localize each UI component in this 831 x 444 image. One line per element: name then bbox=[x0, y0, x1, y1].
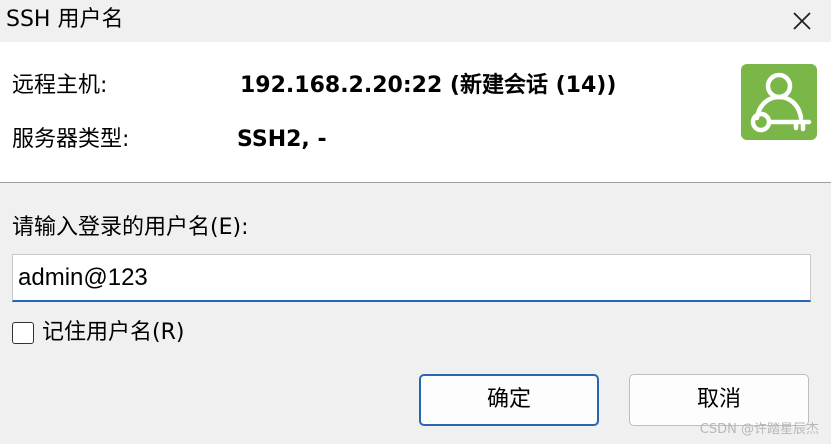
watermark-text: CSDN @许踏星辰杰 bbox=[699, 422, 819, 437]
remote-host-label: 远程主机: bbox=[12, 73, 108, 98]
ok-button[interactable]: 确定 bbox=[419, 374, 599, 426]
user-key-badge bbox=[741, 64, 817, 140]
server-type-value: SSH2, - bbox=[237, 127, 327, 152]
checkbox-box[interactable] bbox=[12, 322, 34, 344]
close-icon bbox=[793, 12, 811, 30]
window-title: SSH 用户名 bbox=[6, 7, 124, 32]
remember-username-checkbox[interactable]: 记住用户名(R) bbox=[12, 318, 184, 348]
server-type-label: 服务器类型: bbox=[12, 127, 130, 152]
close-button[interactable] bbox=[773, 0, 831, 42]
session-info-panel: 远程主机: 192.168.2.20:22 (新建会话 (14)) 服务器类型:… bbox=[0, 42, 831, 183]
cancel-button[interactable]: 取消 bbox=[629, 374, 809, 426]
user-key-icon bbox=[750, 72, 812, 133]
remember-username-label: 记住用户名(R) bbox=[42, 320, 185, 345]
remote-host-value: 192.168.2.20:22 (新建会话 (14)) bbox=[240, 73, 617, 98]
title-bar: SSH 用户名 bbox=[0, 0, 831, 42]
username-input[interactable] bbox=[12, 254, 811, 302]
username-prompt-label: 请输入登录的用户名(E): bbox=[12, 215, 249, 240]
